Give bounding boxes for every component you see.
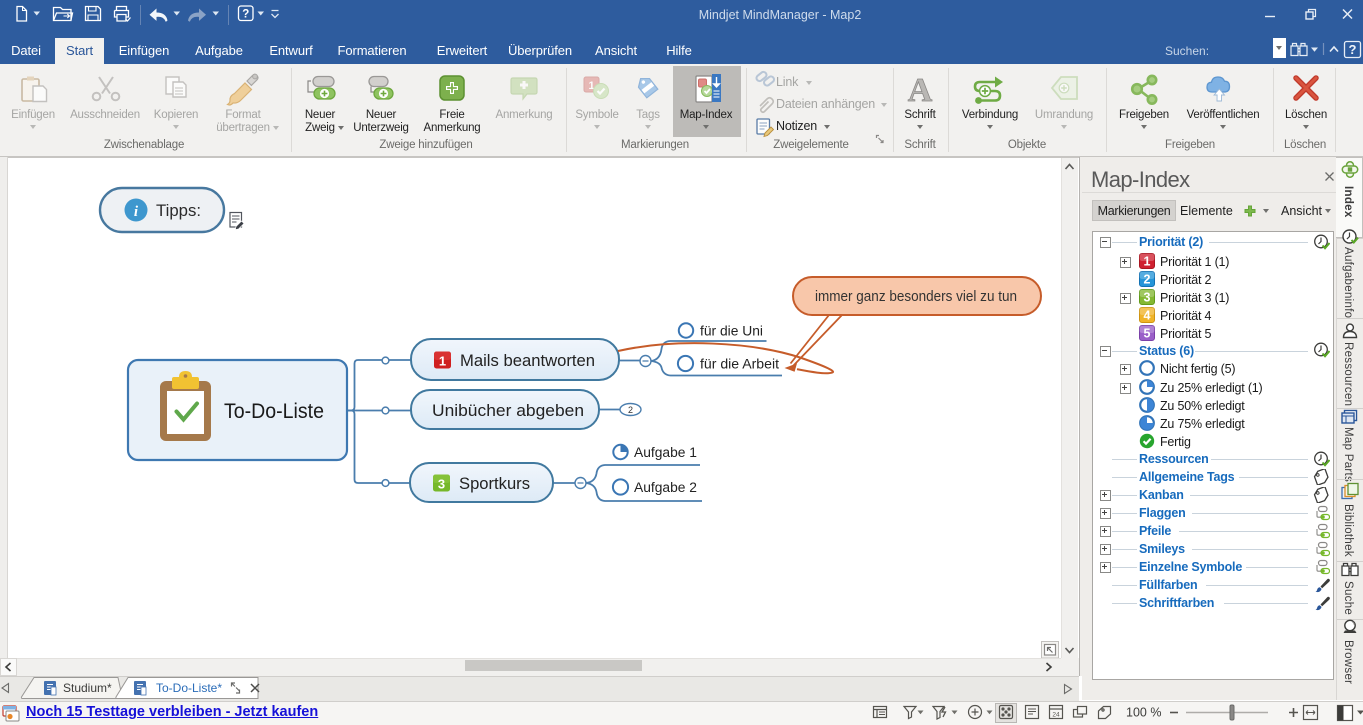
svg-text:?: ?: [1349, 42, 1357, 57]
svg-text:24: 24: [1052, 712, 1060, 719]
svg-text:4: 4: [1144, 308, 1151, 322]
svg-text:3: 3: [1144, 290, 1151, 304]
svg-text:To-Do-Liste*: To-Do-Liste*: [156, 681, 222, 695]
svg-text:3: 3: [438, 477, 445, 492]
svg-text:Mails beantworten: Mails beantworten: [460, 352, 595, 370]
svg-text:immer ganz besonders viel zu t: immer ganz besonders viel zu tun: [815, 289, 1017, 305]
svg-text:für die Uni: für die Uni: [700, 324, 763, 339]
svg-text:Unibücher abgeben: Unibücher abgeben: [432, 402, 584, 420]
svg-text:2: 2: [628, 405, 633, 415]
svg-text:1: 1: [439, 354, 446, 369]
svg-text:2: 2: [1144, 272, 1151, 286]
svg-text:5: 5: [1144, 326, 1151, 340]
svg-text:?: ?: [242, 9, 249, 21]
svg-text:1: 1: [1144, 254, 1151, 268]
svg-text:100 %: 100 %: [1126, 706, 1161, 720]
svg-text:Tipps:: Tipps:: [156, 202, 201, 220]
svg-text:für die Arbeit: für die Arbeit: [700, 357, 779, 372]
svg-text:Aufgabe 2: Aufgabe 2: [634, 480, 697, 495]
svg-text:Sportkurs: Sportkurs: [459, 475, 530, 493]
svg-text:Studium*: Studium*: [63, 681, 112, 695]
svg-text:A: A: [908, 72, 933, 109]
svg-text:To-Do-Liste: To-Do-Liste: [224, 399, 324, 423]
svg-text:Aufgabe 1: Aufgabe 1: [634, 445, 697, 460]
